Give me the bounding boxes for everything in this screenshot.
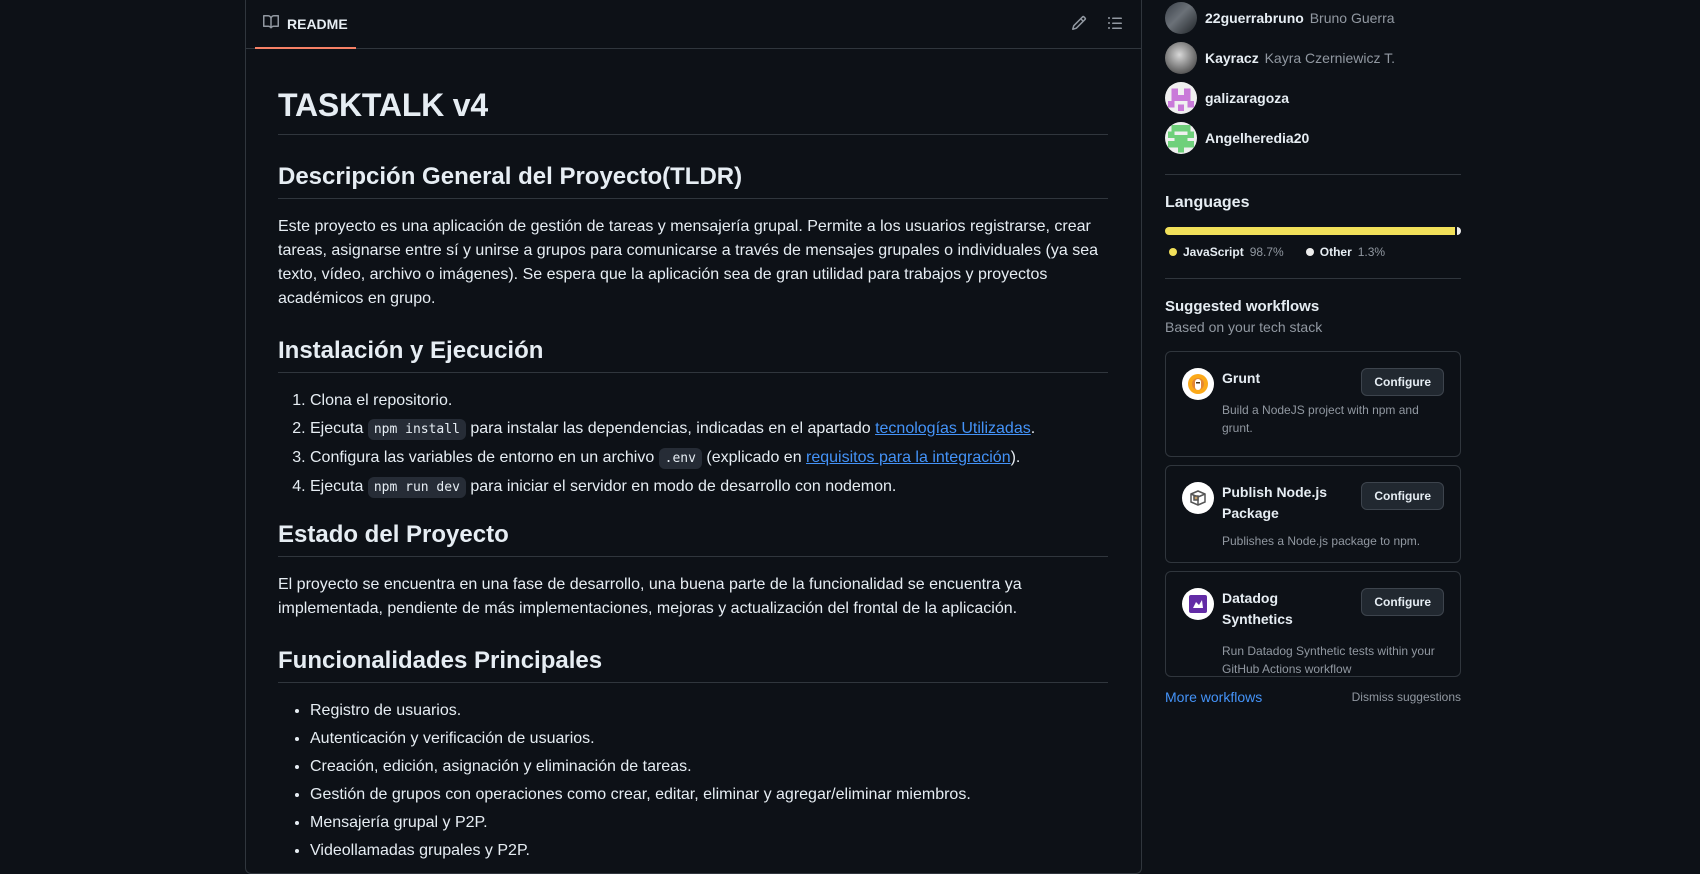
status-text: El proyecto se encuentra en una fase de … (278, 576, 1022, 617)
grunt-logo-icon (1182, 368, 1214, 400)
language-color-dot (1169, 248, 1177, 256)
contributor-row[interactable]: 22guerrabruno Bruno Guerra (1165, 0, 1461, 38)
contributor-row[interactable]: galizaragoza (1165, 78, 1461, 118)
heading-description: Descripción General del Proyecto(TLDR) (278, 162, 1108, 199)
link-requisitos[interactable]: requisitos para la integración (806, 449, 1011, 466)
list-item: Videollamadas grupales y P2P. (310, 839, 1108, 863)
workflow-title: Datadog Synthetics (1222, 590, 1293, 627)
language-bar-segment (1165, 227, 1456, 235)
language-percent: 1.3% (1357, 245, 1386, 259)
list-item: Registro de usuarios. (310, 699, 1108, 723)
languages-bar (1165, 227, 1461, 235)
datadog-logo-icon (1182, 588, 1214, 620)
contributor-row[interactable]: Angelheredia20 (1165, 118, 1461, 158)
workflow-title: Publish Node.js Package (1222, 484, 1328, 521)
workflows-heading: Suggested workflows (1165, 298, 1320, 315)
language-name: JavaScript (1183, 245, 1244, 259)
contributor-login[interactable]: Kayracz (1205, 50, 1259, 66)
contributors-list: 22guerrabruno Bruno Guerra Kayracz Kayra… (1165, 0, 1461, 158)
contributor-login[interactable]: 22guerrabruno (1205, 10, 1304, 26)
workflows-footer: More workflows Dismiss suggestions (1165, 689, 1461, 705)
list-item: Configura las variables de entorno en un… (310, 446, 1108, 471)
readme-panel: README TASKTALK v4 Descripción General d… (245, 0, 1142, 874)
divider (1165, 278, 1461, 279)
list-item: Creación, edición, asignación y eliminac… (310, 755, 1108, 779)
language-bar-segment (1457, 227, 1461, 235)
book-icon (263, 14, 280, 33)
workflow-card-datadog: Datadog Synthetics Configure Run Datadog… (1165, 571, 1461, 677)
workflow-description: Build a NodeJS project with npm and grun… (1222, 403, 1419, 435)
languages-legend: JavaScript 98.7% Other 1.3% (1165, 245, 1461, 259)
readme-header: README (246, 0, 1141, 49)
link-tecnologias[interactable]: tecnologías Utilizadas (875, 420, 1031, 437)
languages-heading: Languages (1165, 194, 1250, 211)
language-name: Other (1319, 245, 1352, 259)
sidebar: 22guerrabruno Bruno Guerra Kayracz Kayra… (1165, 0, 1461, 705)
heading-features: Funcionalidades Principales (278, 646, 1108, 683)
contributor-name: Bruno Guerra (1309, 10, 1395, 26)
pencil-icon (1071, 15, 1087, 36)
readme-title: TASKTALK v4 (278, 85, 1108, 135)
list-item: Ejecuta npm install para instalar las de… (310, 417, 1108, 442)
list-item: Autenticación y verificación de usuarios… (310, 727, 1108, 751)
divider (1165, 174, 1461, 175)
code-npm-install: npm install (367, 419, 466, 440)
contributor-login[interactable]: galizaragoza (1205, 90, 1289, 106)
list-item: Mensajería grupal y P2P. (310, 811, 1108, 835)
language-percent: 98.7% (1249, 245, 1284, 259)
heading-installation: Instalación y Ejecución (278, 336, 1108, 373)
configure-button[interactable]: Configure (1361, 482, 1444, 510)
workflows-subheading: Based on your tech stack (1165, 319, 1323, 335)
installation-steps: Clona el repositorio. Ejecuta npm instal… (278, 389, 1108, 500)
workflow-title: Grunt (1222, 370, 1261, 386)
markdown-body: TASKTALK v4 Descripción General del Proy… (278, 49, 1108, 867)
features-list: Registro de usuarios. Autenticación y ve… (278, 699, 1108, 863)
contributor-row[interactable]: Kayracz Kayra Czerniewicz T. (1165, 38, 1461, 78)
workflow-description: Publishes a Node.js package to npm. (1222, 534, 1421, 548)
package-icon (1182, 482, 1214, 514)
language-other: Other 1.3% (1302, 245, 1385, 259)
code-npm-run-dev: npm run dev (367, 477, 466, 498)
code-env: .env (658, 448, 702, 469)
languages-section: Languages JavaScript 98.7% Other 1.3% (1165, 191, 1461, 259)
heading-status: Estado del Proyecto (278, 520, 1108, 557)
language-color-dot (1305, 248, 1314, 256)
readme-tab[interactable]: README (255, 0, 356, 49)
avatar (1165, 42, 1197, 74)
list-item: Clona el repositorio. (310, 389, 1108, 413)
more-workflows-link[interactable]: More workflows (1165, 689, 1262, 705)
avatar (1165, 122, 1197, 154)
configure-button[interactable]: Configure (1361, 588, 1444, 616)
list-item: Ejecuta npm run dev para iniciar el serv… (310, 475, 1108, 500)
configure-button[interactable]: Configure (1361, 368, 1444, 396)
list-icon (1107, 15, 1123, 36)
contributor-name: Kayra Czerniewicz T. (1264, 50, 1396, 66)
workflow-card-grunt: Grunt Configure Build a NodeJS project w… (1165, 351, 1461, 457)
language-javascript[interactable]: JavaScript 98.7% (1165, 245, 1284, 259)
readme-tab-label: README (287, 15, 348, 32)
avatar (1165, 82, 1197, 114)
dismiss-suggestions-button[interactable]: Dismiss suggestions (1352, 690, 1461, 704)
edit-button[interactable] (1068, 14, 1090, 36)
contributor-login[interactable]: Angelheredia20 (1205, 130, 1309, 146)
description-text: Este proyecto es una aplicación de gesti… (278, 218, 1098, 307)
workflow-list: Grunt Configure Build a NodeJS project w… (1165, 351, 1461, 677)
avatar (1165, 2, 1197, 34)
workflow-card-publish-node: Publish Node.js Package Configure Publis… (1165, 465, 1461, 563)
list-item: Gestión de grupos con operaciones como c… (310, 783, 1108, 807)
workflows-section: Suggested workflows Based on your tech s… (1165, 295, 1461, 705)
outline-button[interactable] (1104, 14, 1126, 36)
workflow-description: Run Datadog Synthetic tests within your … (1222, 644, 1435, 676)
